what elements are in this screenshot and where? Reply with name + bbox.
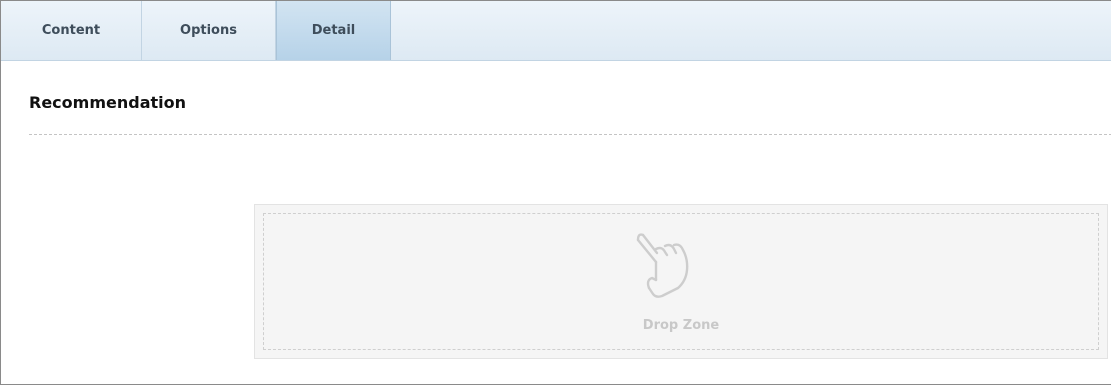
section-divider xyxy=(29,134,1111,135)
detail-panel: Content Options Detail Recommendation Dr… xyxy=(0,0,1111,385)
tab-options-label: Options xyxy=(180,23,237,38)
drop-zone-border: Drop Zone xyxy=(263,213,1099,350)
drop-zone[interactable]: Drop Zone xyxy=(254,204,1108,359)
section-title: Recommendation xyxy=(29,93,186,112)
hand-pointer-icon xyxy=(636,233,689,298)
drop-zone-label: Drop Zone xyxy=(642,318,720,333)
tab-content-label: Content xyxy=(41,23,101,38)
tab-content[interactable]: Content xyxy=(1,1,142,60)
tab-detail-label: Detail xyxy=(311,23,356,38)
tab-detail[interactable]: Detail xyxy=(276,1,391,60)
tab-bar: Content Options Detail xyxy=(1,1,1111,61)
tab-options[interactable]: Options xyxy=(142,1,276,60)
